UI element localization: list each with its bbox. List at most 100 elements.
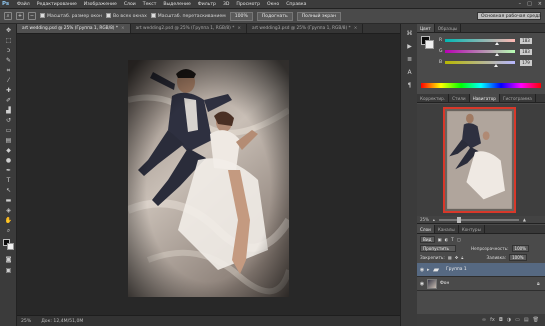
navigator-zoom-value[interactable]: 25% — [420, 217, 429, 222]
status-zoom[interactable]: 25% — [21, 319, 31, 324]
dodge-tool-icon[interactable]: ● — [4, 157, 13, 165]
background-color-swatch[interactable] — [7, 243, 14, 250]
healing-brush-tool-icon[interactable]: ✚ — [4, 87, 13, 95]
brush-tool-icon[interactable]: ✐ — [4, 97, 13, 105]
zoom-tool-icon[interactable]: ⌕ — [4, 227, 13, 235]
tab-adjustments[interactable]: Корректир. — [417, 94, 450, 102]
wedding-photo[interactable] — [128, 60, 289, 297]
red-value[interactable]: 183 — [520, 37, 532, 44]
scrubby-zoom-option[interactable]: Масштаб. перетаскиванием — [150, 13, 226, 19]
zoom-in-large-icon[interactable]: ▲ — [523, 217, 526, 222]
tab-document-3[interactable]: art wedding3.psd @ 25% (Группа 1, RGB/8)… — [247, 24, 364, 33]
eyedropper-tool-icon[interactable]: ⁄ — [4, 77, 13, 85]
menu-select[interactable]: Выделение — [163, 2, 190, 7]
minimize-button[interactable]: – — [519, 1, 522, 7]
green-thumb[interactable] — [495, 53, 499, 56]
navigator-thumbnail[interactable] — [443, 107, 516, 213]
tab-channels[interactable]: Каналы — [435, 225, 459, 233]
3d-tool-icon[interactable]: ◈ — [4, 207, 13, 215]
delete-layer-icon[interactable]: 🗑︎ — [533, 317, 539, 323]
layer-row-group-1[interactable]: ◉ ▸ ▰ Группа 1 — [417, 263, 545, 277]
adjustment-layer-icon[interactable]: ◑ — [507, 317, 511, 323]
add-mask-icon[interactable]: ◘ — [499, 317, 503, 323]
fit-screen-button[interactable]: Подогнать — [256, 11, 293, 21]
menu-file[interactable]: Файл — [17, 2, 30, 7]
zoom-tool-icon[interactable]: ⌕ — [4, 12, 12, 20]
visibility-eye-icon[interactable]: ◉ — [417, 267, 427, 273]
red-slider[interactable]: R 183 — [439, 36, 543, 45]
play-actions-icon[interactable]: ▶ — [405, 43, 414, 50]
zoom-out-icon[interactable]: − — [28, 12, 36, 20]
screen-mode-icon[interactable]: ▣ — [4, 267, 13, 275]
menu-image[interactable]: Изображение — [84, 2, 117, 7]
fill-value[interactable]: 100% — [509, 254, 527, 261]
maximize-button[interactable]: □ — [527, 1, 532, 7]
green-slider[interactable]: G 183 — [439, 47, 543, 56]
photoshop-logo[interactable]: Ps — [2, 0, 14, 8]
eraser-tool-icon[interactable]: ▭ — [4, 127, 13, 135]
blue-value[interactable]: 179 — [520, 59, 532, 66]
quick-mask-icon[interactable]: ◙ — [4, 256, 13, 264]
layer-row-background[interactable]: ◉ Фон 🔒︎ — [417, 277, 545, 291]
crop-tool-icon[interactable]: ⌗ — [4, 67, 13, 75]
shape-tool-icon[interactable]: ▬ — [4, 197, 13, 205]
character-panel-icon[interactable]: A — [405, 69, 414, 76]
opacity-value[interactable]: 100% — [511, 245, 529, 252]
menu-layers[interactable]: Слои — [124, 2, 136, 7]
history-panel-icon[interactable]: ⌘ — [405, 30, 414, 37]
tab-document-2[interactable]: art wedding2.psd @ 25% (Группа 1, RGB/8)… — [131, 24, 247, 33]
tab-histogram[interactable]: Гистограмма — [500, 94, 536, 102]
tab-document-1[interactable]: art wedding.psd @ 25% (Группа 1, RGB/8) … — [17, 24, 131, 33]
tab-swatches[interactable]: Образцы — [435, 24, 462, 32]
close-tab-icon[interactable]: × — [237, 26, 241, 31]
zoom-100-button[interactable]: 100% — [229, 11, 253, 21]
move-tool-icon[interactable]: ✥ — [4, 27, 13, 35]
filter-shape-icon[interactable]: ▢ — [457, 237, 461, 242]
quick-select-tool-icon[interactable]: ✎ — [4, 57, 13, 65]
color-spectrum[interactable] — [421, 83, 541, 88]
red-track[interactable] — [445, 39, 515, 45]
tab-paths[interactable]: Контуры — [459, 225, 485, 233]
clone-stamp-tool-icon[interactable]: ▟ — [4, 107, 13, 115]
blue-track[interactable] — [445, 61, 515, 67]
menu-window[interactable]: Окно — [267, 2, 279, 7]
history-brush-tool-icon[interactable]: ↺ — [4, 117, 13, 125]
close-button[interactable]: × — [538, 1, 542, 7]
menu-filter[interactable]: Фильтр — [198, 2, 216, 7]
marquee-tool-icon[interactable]: ⬚ — [4, 37, 13, 45]
lasso-tool-icon[interactable]: ↄ — [4, 47, 13, 55]
tab-layers[interactable]: Слои — [417, 225, 435, 233]
gradient-tool-icon[interactable]: ▤ — [4, 137, 13, 145]
all-windows-option[interactable]: Во всех окнах — [106, 13, 147, 19]
menu-edit[interactable]: Редактирование — [37, 2, 77, 7]
tab-styles[interactable]: Стили — [449, 94, 470, 102]
filter-pixel-icon[interactable]: ▣ — [438, 237, 442, 242]
blend-mode-select[interactable]: Пропустить — [420, 245, 456, 252]
pen-tool-icon[interactable]: ✒ — [4, 167, 13, 175]
link-layers-icon[interactable]: ∞ — [482, 317, 486, 323]
visibility-eye-icon[interactable]: ◉ — [417, 281, 427, 287]
tab-navigator[interactable]: Навигатор — [469, 94, 500, 102]
zoom-in-icon[interactable]: + — [16, 12, 24, 20]
hand-tool-icon[interactable]: ✋ — [4, 217, 13, 225]
zoom-out-small-icon[interactable]: ▴ — [433, 217, 435, 222]
new-group-icon[interactable]: ▭ — [515, 317, 520, 323]
fill-screen-button[interactable]: Полный экран — [296, 11, 342, 21]
close-tab-icon[interactable]: × — [354, 26, 358, 31]
red-thumb[interactable] — [495, 42, 499, 45]
path-select-tool-icon[interactable]: ↖ — [4, 187, 13, 195]
workspace-select[interactable]: Основная рабочая среда — [477, 12, 541, 20]
tab-color[interactable]: Цвет — [417, 24, 435, 32]
menu-type[interactable]: Текст — [143, 2, 157, 7]
blue-slider[interactable]: B 179 — [439, 58, 543, 67]
resize-windows-option[interactable]: Масштаб. размер окон — [40, 13, 102, 19]
lock-pixels-icon[interactable]: ▦ — [448, 255, 452, 260]
lock-all-icon[interactable]: 🔒︎ — [461, 255, 463, 260]
menu-view[interactable]: Просмотр — [236, 2, 260, 7]
menu-3d[interactable]: 3D — [223, 2, 229, 7]
blur-tool-icon[interactable]: ◆ — [4, 147, 13, 155]
green-track[interactable] — [445, 50, 515, 56]
green-value[interactable]: 183 — [520, 48, 532, 55]
paragraph-panel-icon[interactable]: ¶ — [405, 82, 414, 89]
layer-name[interactable]: Фон — [440, 281, 537, 286]
